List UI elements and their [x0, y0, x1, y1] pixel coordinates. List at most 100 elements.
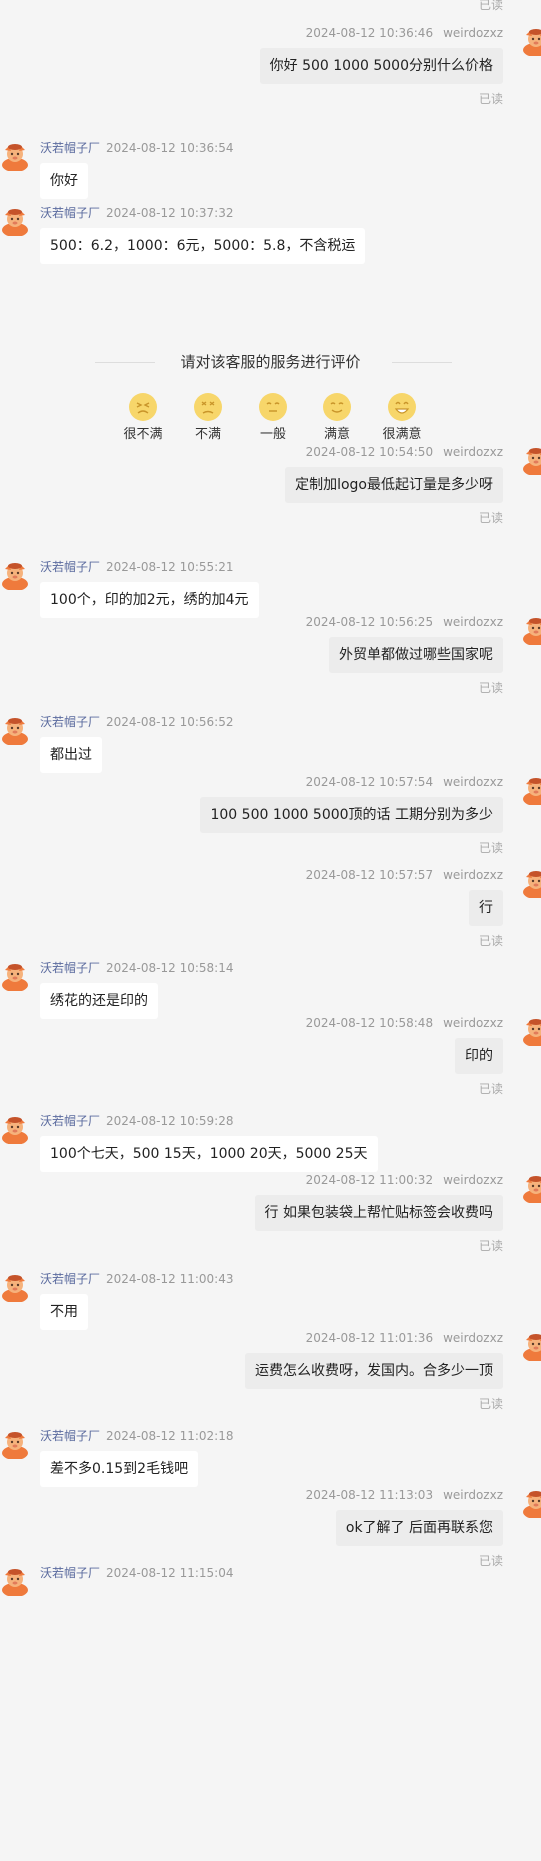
message-bubble[interactable]: 行	[469, 890, 503, 926]
timestamp: 2024-08-12 10:58:14	[106, 961, 234, 975]
user-avatar[interactable]	[521, 775, 541, 805]
sender-name: 沃若帽子厂	[40, 961, 101, 975]
timestamp: 2024-08-12 10:36:54	[106, 141, 234, 155]
user-avatar[interactable]	[521, 1173, 541, 1203]
user-avatar[interactable]	[521, 1488, 541, 1518]
chat-window: 已读 2024-08-12 10:36:46 weirdozxz 你好 500 10…	[0, 0, 541, 1861]
shop-avatar[interactable]	[0, 1272, 30, 1302]
message-meta: 2024-08-12 10:58:48 weirdozxz	[306, 1016, 503, 1030]
read-status: 已读	[478, 934, 503, 948]
very-satisfied-face-icon	[388, 393, 416, 421]
shop-avatar[interactable]	[0, 560, 30, 590]
message-meta: 沃若帽子厂 2024-08-12 10:56:52	[40, 715, 233, 729]
rating-title: 请对该客服的服务进行评价	[180, 353, 361, 371]
sender-name: weirdozxz	[443, 26, 503, 40]
rating-option[interactable]: 一般	[245, 392, 301, 443]
timestamp: 2024-08-12 11:13:03	[305, 1488, 434, 1502]
neutral-face-icon	[259, 393, 287, 421]
sender-name: 沃若帽子厂	[40, 141, 101, 155]
message-meta: 2024-08-12 10:57:54 weirdozxz	[306, 775, 503, 789]
read-status: 已读	[478, 1082, 503, 1096]
timestamp: 2024-08-12 10:58:48	[305, 1016, 434, 1030]
user-avatar[interactable]	[521, 26, 541, 56]
rating-option[interactable]: 不满	[180, 392, 236, 443]
message-bubble[interactable]: 差不多0.15到2毛钱吧	[40, 1451, 199, 1487]
read-status: 已读	[478, 681, 503, 695]
dissatisfied-face-icon	[194, 393, 222, 421]
message-meta: 沃若帽子厂 2024-08-12 10:58:14	[40, 961, 233, 975]
rating-option[interactable]: 满意	[309, 392, 365, 443]
rating-label: 很不满	[123, 427, 163, 442]
sender-name: 沃若帽子厂	[40, 1272, 101, 1286]
shop-avatar[interactable]	[0, 715, 30, 745]
message-meta: 沃若帽子厂 2024-08-12 11:02:18	[40, 1429, 233, 1443]
message-bubble[interactable]: 不用	[40, 1294, 88, 1330]
message-meta: 2024-08-12 10:36:46 weirdozxz	[306, 26, 503, 40]
rating-option[interactable]: 很不满	[115, 392, 171, 443]
rating-label: 满意	[323, 427, 350, 442]
user-avatar[interactable]	[521, 1016, 541, 1046]
user-avatar[interactable]	[521, 615, 541, 645]
shop-avatar[interactable]	[0, 206, 30, 236]
timestamp: 2024-08-12 10:57:54	[305, 775, 434, 789]
message-meta: 2024-08-12 10:57:57 weirdozxz	[306, 868, 503, 882]
shop-avatar[interactable]	[0, 1429, 30, 1459]
message-bubble[interactable]: 你好 500 1000 5000分别什么价格	[259, 48, 503, 84]
message-meta: 2024-08-12 11:00:32 weirdozxz	[306, 1173, 503, 1187]
read-status: 已读	[478, 841, 503, 855]
message-bubble[interactable]: 运费怎么收费呀，发国内。合多少一顶	[245, 1353, 503, 1389]
sender-name: weirdozxz	[443, 1173, 503, 1187]
message-meta: 沃若帽子厂 2024-08-12 10:55:21	[40, 560, 233, 574]
message-bubble[interactable]: 都出过	[40, 737, 102, 773]
service-rating-panel: 请对该客服的服务进行评价 很不满 不满 一般 满意 很满意	[0, 352, 541, 462]
user-avatar[interactable]	[521, 1331, 541, 1361]
message-bubble[interactable]: 你好	[40, 163, 88, 199]
sender-name: weirdozxz	[443, 1016, 503, 1030]
message-meta: 沃若帽子厂 2024-08-12 10:59:28	[40, 1114, 233, 1128]
timestamp: 2024-08-12 10:59:28	[106, 1114, 234, 1128]
satisfied-face-icon	[323, 393, 351, 421]
very-dissatisfied-face-icon	[129, 393, 157, 421]
message-bubble[interactable]: 绣花的还是印的	[40, 983, 158, 1019]
timestamp: 2024-08-12 11:15:04	[106, 1566, 234, 1580]
read-status: 已读	[478, 511, 503, 525]
message-meta: 2024-08-12 11:13:03 weirdozxz	[306, 1488, 503, 1502]
message-bubble[interactable]: ok了解了 后面再联系您	[335, 1510, 503, 1546]
shop-avatar[interactable]	[0, 1114, 30, 1144]
message-meta: 沃若帽子厂 2024-08-12 11:15:04	[40, 1566, 233, 1580]
read-status: 已读	[478, 92, 503, 106]
timestamp: 2024-08-12 10:37:32	[106, 206, 234, 220]
timestamp: 2024-08-12 10:56:52	[106, 715, 234, 729]
message-bubble[interactable]: 100 500 1000 5000顶的话 工期分别为多少	[200, 797, 503, 833]
rating-label: 不满	[194, 427, 221, 442]
timestamp: 2024-08-12 10:36:46	[305, 26, 434, 40]
shop-avatar[interactable]	[0, 1566, 30, 1596]
message-bubble[interactable]: 100个七天，500 15天，1000 20天，5000 25天	[40, 1136, 378, 1172]
timestamp: 2024-08-12 10:55:21	[106, 560, 234, 574]
message-meta: 沃若帽子厂 2024-08-12 10:37:32	[40, 206, 233, 220]
shop-avatar[interactable]	[0, 141, 30, 171]
message-bubble[interactable]: 100个，印的加2元，绣的加4元	[40, 582, 259, 618]
rating-option[interactable]: 很满意	[374, 392, 430, 443]
message-meta: 2024-08-12 10:56:25 weirdozxz	[306, 615, 503, 629]
sender-name: weirdozxz	[443, 868, 503, 882]
message-bubble[interactable]: 印的	[455, 1038, 503, 1074]
read-status: 已读	[478, 1554, 503, 1568]
timestamp: 2024-08-12 11:02:18	[106, 1429, 234, 1443]
sender-name: weirdozxz	[443, 775, 503, 789]
message-bubble[interactable]: 行 如果包装袋上帮忙贴标签会收费吗	[254, 1195, 503, 1231]
sender-name: 沃若帽子厂	[40, 1114, 101, 1128]
sender-name: 沃若帽子厂	[40, 1429, 101, 1443]
message-meta: 2024-08-12 11:01:36 weirdozxz	[306, 1331, 503, 1345]
message-bubble[interactable]: 外贸单都做过哪些国家呢	[329, 637, 503, 673]
message-bubble[interactable]: 500：6.2，1000：6元，5000：5.8，不含税运	[40, 228, 366, 264]
sender-name: weirdozxz	[443, 1331, 503, 1345]
rating-label: 很满意	[382, 427, 422, 442]
rating-label: 一般	[259, 427, 286, 442]
message-bubble[interactable]: 定制加logo最低起订量是多少呀	[285, 467, 503, 503]
timestamp: 2024-08-12 11:00:32	[305, 1173, 434, 1187]
sender-name: weirdozxz	[443, 1488, 503, 1502]
shop-avatar[interactable]	[0, 961, 30, 991]
user-avatar[interactable]	[521, 868, 541, 898]
read-status: 已读	[478, 1397, 503, 1411]
